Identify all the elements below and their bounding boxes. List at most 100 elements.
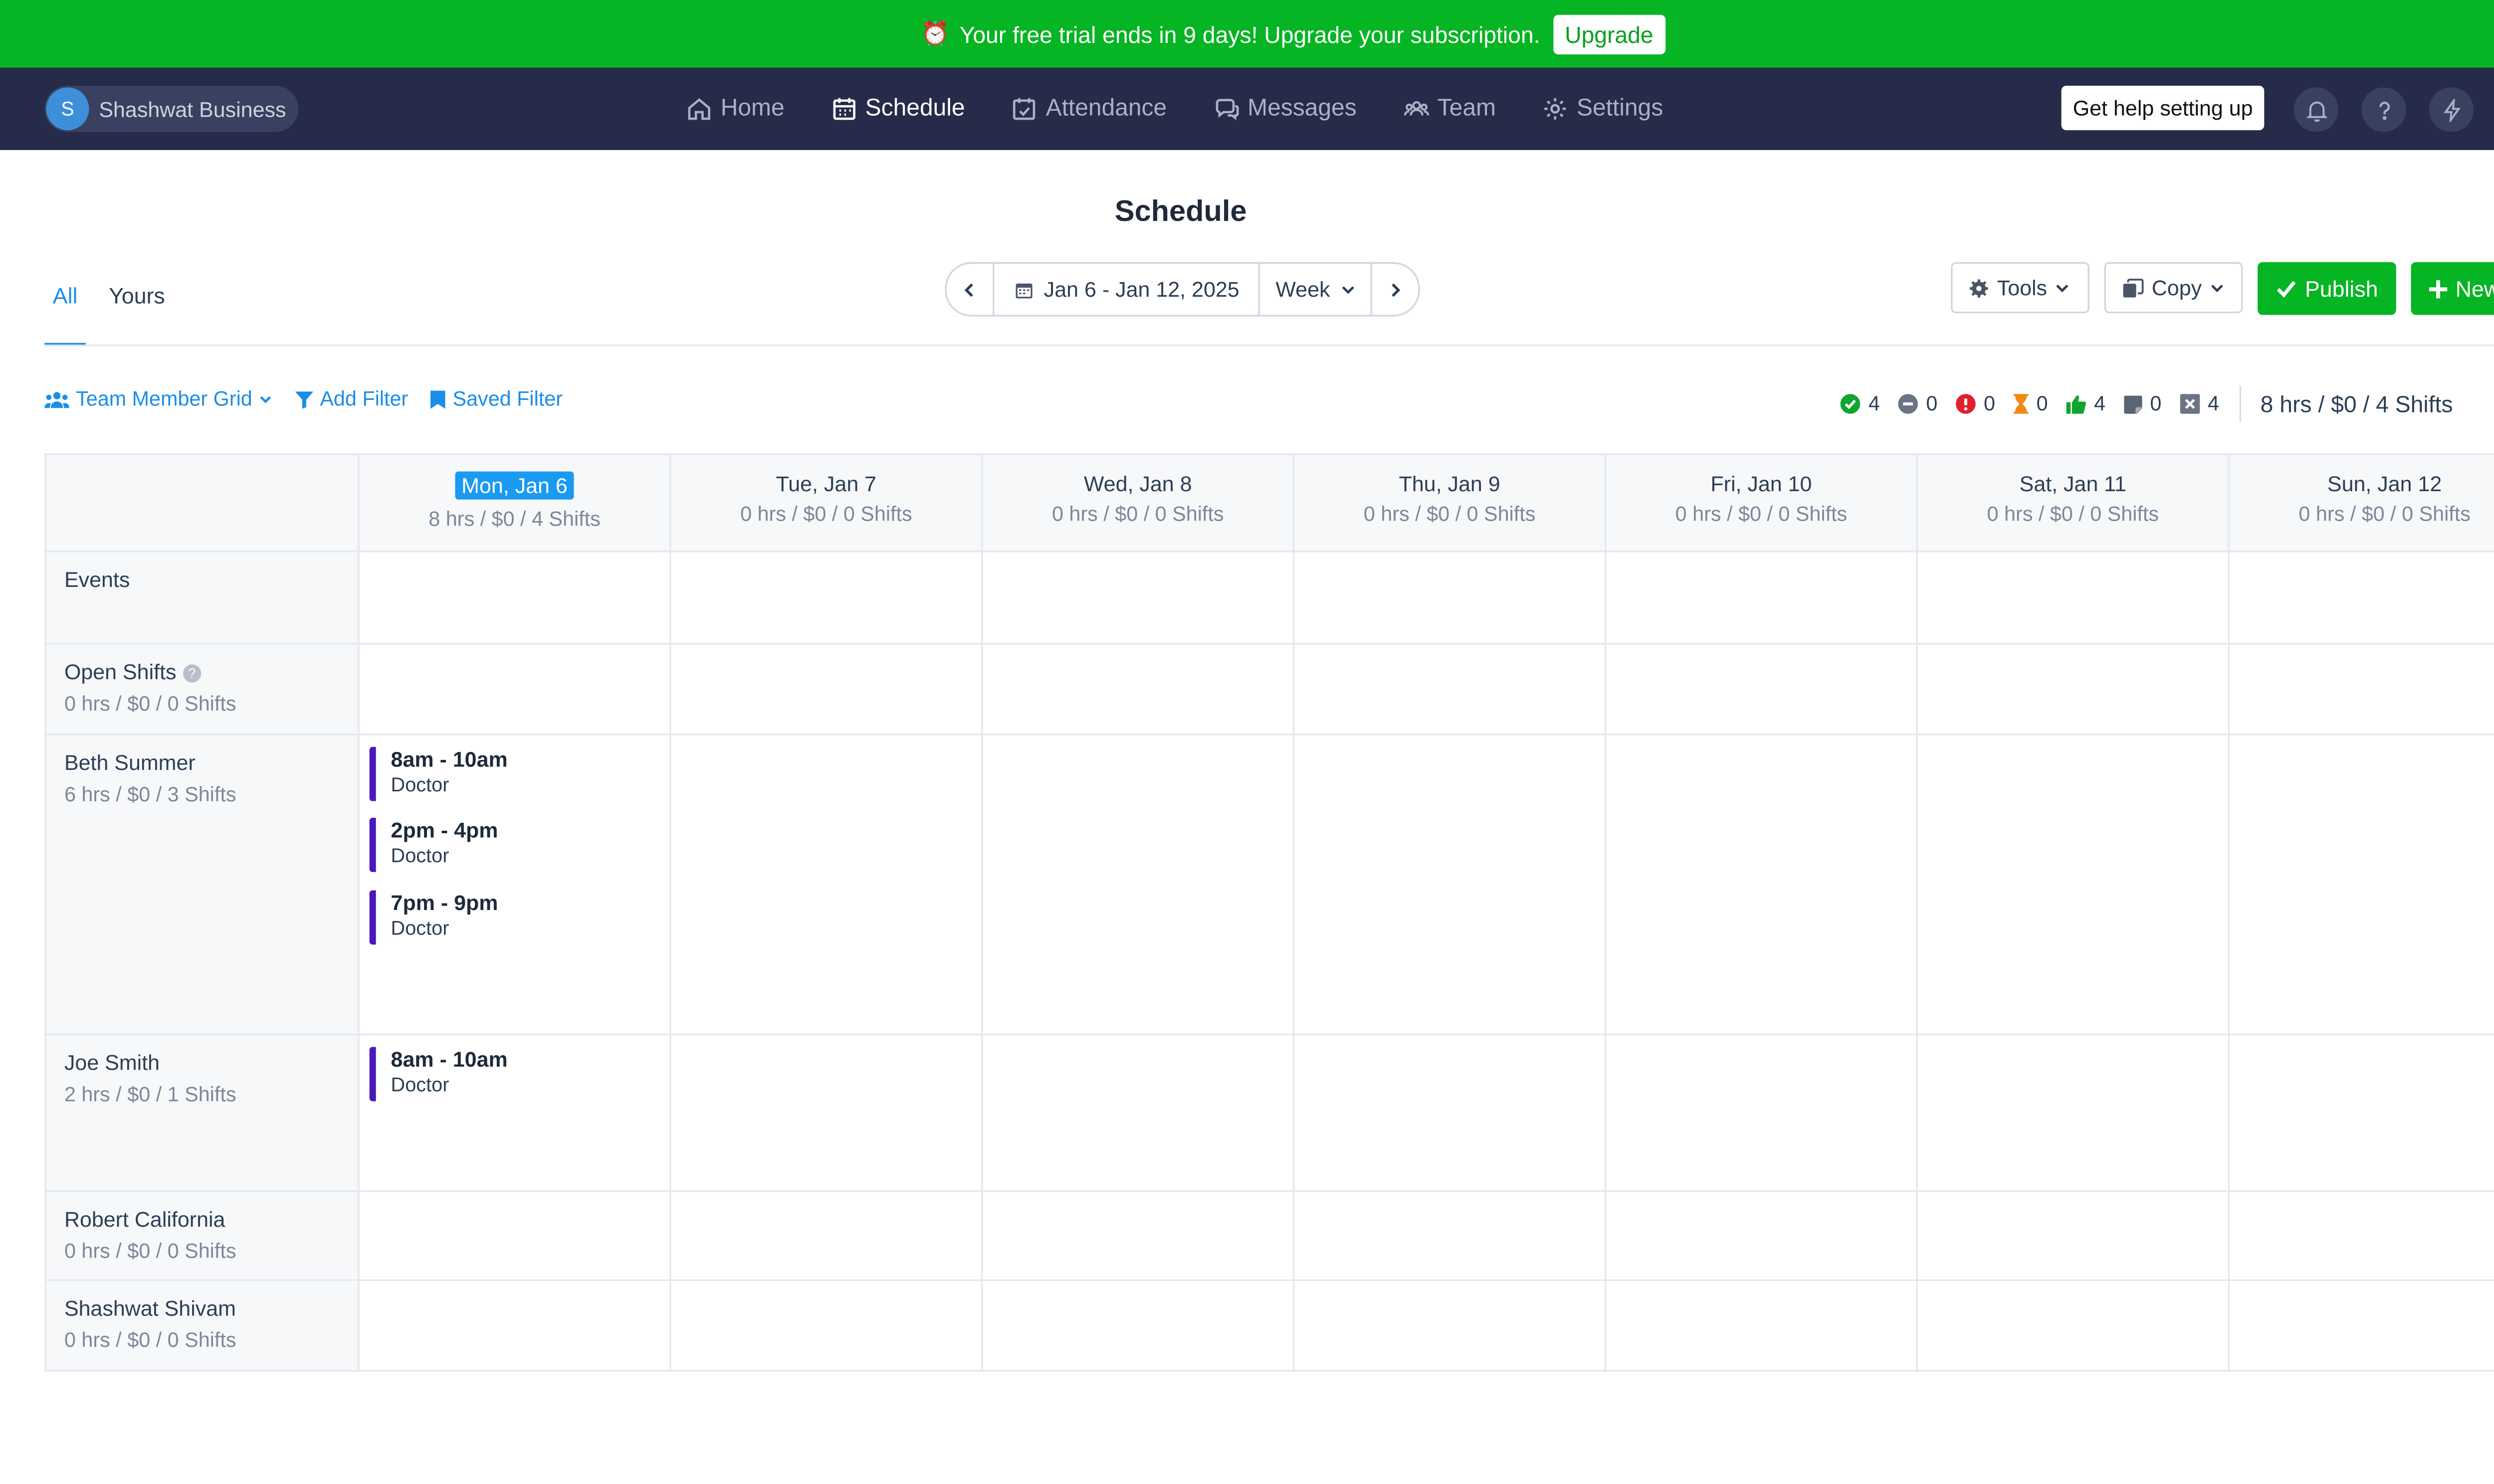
day-cell[interactable] bbox=[1606, 644, 1918, 736]
next-week-button[interactable] bbox=[1369, 263, 1418, 315]
day-cell[interactable] bbox=[2229, 1035, 2494, 1192]
grid-view-select[interactable]: Team Member Grid bbox=[44, 387, 272, 410]
nav-messages-label: Messages bbox=[1247, 95, 1357, 122]
row-label[interactable]: Shashwat Shivam 0 hrs / $0 / 0 Shifts bbox=[46, 1281, 360, 1372]
day-cell[interactable] bbox=[1918, 552, 2230, 645]
day-summary: 8 hrs / $0 / 4 Shifts bbox=[428, 508, 601, 531]
quick-actions-button[interactable] bbox=[2429, 87, 2474, 132]
saved-filter-button[interactable]: Saved Filter bbox=[431, 387, 563, 410]
day-cell[interactable] bbox=[359, 1281, 671, 1372]
nav-team[interactable]: Team bbox=[1403, 96, 1496, 122]
day-cell[interactable] bbox=[1606, 1281, 1918, 1372]
shift-card[interactable]: 8am - 10am Doctor bbox=[369, 746, 508, 801]
day-cell[interactable] bbox=[1918, 735, 2230, 1036]
stat-notes[interactable]: 0 bbox=[2123, 392, 2161, 415]
nav-schedule[interactable]: Schedule bbox=[831, 96, 965, 122]
row-label[interactable]: Robert California 0 hrs / $0 / 0 Shifts bbox=[46, 1192, 360, 1281]
prev-week-button[interactable] bbox=[947, 264, 993, 315]
row-label[interactable]: Joe Smith 2 hrs / $0 / 1 Shifts bbox=[46, 1035, 360, 1192]
shift-card[interactable]: 8am - 10am Doctor bbox=[369, 1047, 508, 1102]
day-cell[interactable] bbox=[1918, 644, 2230, 736]
day-cell[interactable] bbox=[2229, 1281, 2494, 1372]
day-cell[interactable] bbox=[671, 735, 983, 1036]
day-cell[interactable] bbox=[1918, 1192, 2230, 1281]
day-cell[interactable] bbox=[2229, 553, 2494, 645]
thumbs-up-icon bbox=[2066, 395, 2086, 414]
nav-home[interactable]: Home bbox=[686, 96, 785, 122]
stat-unpublished[interactable]: 0 bbox=[1898, 392, 1937, 415]
copy-button[interactable]: Copy bbox=[2104, 262, 2243, 314]
row-summary: 0 hrs / $0 / 0 Shifts bbox=[64, 692, 236, 716]
question-icon[interactable]: ? bbox=[183, 664, 202, 683]
day-cell[interactable] bbox=[983, 552, 1295, 645]
day-cell[interactable]: 8am - 10am Doctor 2pm - 4pm Doctor 7pm - 9… bbox=[359, 735, 671, 1036]
tools-button[interactable]: Tools bbox=[1951, 262, 2089, 314]
day-cell[interactable] bbox=[359, 1192, 671, 1281]
day-cell[interactable] bbox=[2229, 736, 2494, 1036]
stat-pending[interactable]: 0 bbox=[2013, 392, 2048, 415]
day-header[interactable]: Mon, Jan 6 8 hrs / $0 / 4 Shifts bbox=[359, 455, 671, 553]
help-button[interactable] bbox=[2361, 87, 2406, 132]
day-cell[interactable] bbox=[1294, 552, 1607, 645]
day-cell[interactable] bbox=[983, 735, 1295, 1036]
chevron-down-icon bbox=[2057, 284, 2069, 293]
day-cell[interactable] bbox=[983, 1035, 1295, 1192]
day-cell[interactable] bbox=[983, 644, 1295, 736]
day-cell[interactable] bbox=[1294, 1192, 1607, 1281]
add-filter-button[interactable]: Add Filter bbox=[295, 387, 408, 410]
day-cell[interactable] bbox=[1606, 1192, 1918, 1281]
day-cell[interactable] bbox=[1606, 1035, 1918, 1192]
day-header[interactable]: Tue, Jan 7 0 hrs / $0 / 0 Shifts bbox=[671, 455, 983, 553]
day-cell[interactable] bbox=[671, 1192, 983, 1281]
lightning-icon bbox=[2443, 98, 2460, 121]
row-label[interactable]: Beth Summer 6 hrs / $0 / 3 Shifts bbox=[46, 735, 360, 1036]
day-cell[interactable] bbox=[1918, 1035, 2230, 1192]
shift-card[interactable]: 7pm - 9pm Doctor bbox=[369, 890, 498, 945]
shift-card[interactable]: 2pm - 4pm Doctor bbox=[369, 817, 498, 872]
day-cell[interactable] bbox=[983, 1192, 1295, 1281]
day-cell[interactable] bbox=[359, 552, 671, 645]
day-cell[interactable] bbox=[2229, 1192, 2494, 1281]
saved-filter-label: Saved Filter bbox=[452, 387, 563, 411]
stat-conflicts[interactable]: 0 bbox=[1955, 392, 1995, 415]
day-cell[interactable] bbox=[1606, 735, 1918, 1036]
nav-settings[interactable]: Settings bbox=[1542, 96, 1663, 122]
day-cell[interactable] bbox=[1294, 644, 1607, 736]
upgrade-button[interactable]: Upgrade bbox=[1553, 14, 1665, 54]
day-header[interactable]: Thu, Jan 9 0 hrs / $0 / 0 Shifts bbox=[1294, 455, 1607, 553]
day-cell[interactable] bbox=[983, 1281, 1295, 1372]
notifications-button[interactable] bbox=[2293, 87, 2339, 132]
day-cell[interactable]: 8am - 10am Doctor bbox=[359, 1035, 671, 1192]
nav-attendance-label: Attendance bbox=[1045, 95, 1167, 122]
day-summary: 0 hrs / $0 / 0 Shifts bbox=[1987, 503, 2159, 526]
day-cell[interactable] bbox=[2229, 645, 2494, 736]
nav-messages[interactable]: Messages bbox=[1213, 96, 1357, 122]
help-setup-button[interactable]: Get help setting up bbox=[2061, 85, 2265, 131]
day-header[interactable]: Fri, Jan 10 0 hrs / $0 / 0 Shifts bbox=[1606, 455, 1918, 553]
shift-time: 8am - 10am bbox=[391, 1047, 508, 1072]
day-cell[interactable] bbox=[1294, 1281, 1607, 1372]
stat-accepted[interactable]: 4 bbox=[2066, 392, 2105, 415]
publish-button[interactable]: Publish bbox=[2258, 262, 2396, 315]
tab-all[interactable]: All bbox=[53, 284, 78, 309]
day-header[interactable]: Wed, Jan 8 0 hrs / $0 / 0 Shifts bbox=[983, 455, 1295, 553]
day-cell[interactable] bbox=[671, 644, 983, 736]
date-range-picker[interactable]: Jan 6 - Jan 12, 2025 bbox=[993, 263, 1257, 315]
view-select[interactable]: Week bbox=[1257, 263, 1370, 315]
day-cell[interactable] bbox=[671, 1035, 983, 1192]
day-cell[interactable] bbox=[671, 552, 983, 645]
stat-published[interactable]: 4 bbox=[1840, 392, 1880, 415]
tab-yours[interactable]: Yours bbox=[109, 284, 165, 309]
day-cell[interactable] bbox=[1294, 735, 1607, 1036]
day-header[interactable]: Sun, Jan 12 0 hrs / $0 / 0 Shifts bbox=[2229, 455, 2494, 553]
day-cell[interactable] bbox=[1294, 1035, 1607, 1192]
day-header[interactable]: Sat, Jan 11 0 hrs / $0 / 0 Shifts bbox=[1918, 455, 2230, 553]
day-cell[interactable] bbox=[359, 644, 671, 736]
nav-attendance[interactable]: Attendance bbox=[1011, 96, 1167, 122]
stat-other[interactable]: 4 bbox=[2179, 392, 2219, 415]
day-cell[interactable] bbox=[1606, 552, 1918, 645]
day-cell[interactable] bbox=[1918, 1281, 2230, 1372]
business-switcher[interactable]: S Shashwat Business bbox=[44, 85, 299, 132]
day-cell[interactable] bbox=[671, 1281, 983, 1372]
new-button[interactable]: New bbox=[2411, 262, 2494, 315]
